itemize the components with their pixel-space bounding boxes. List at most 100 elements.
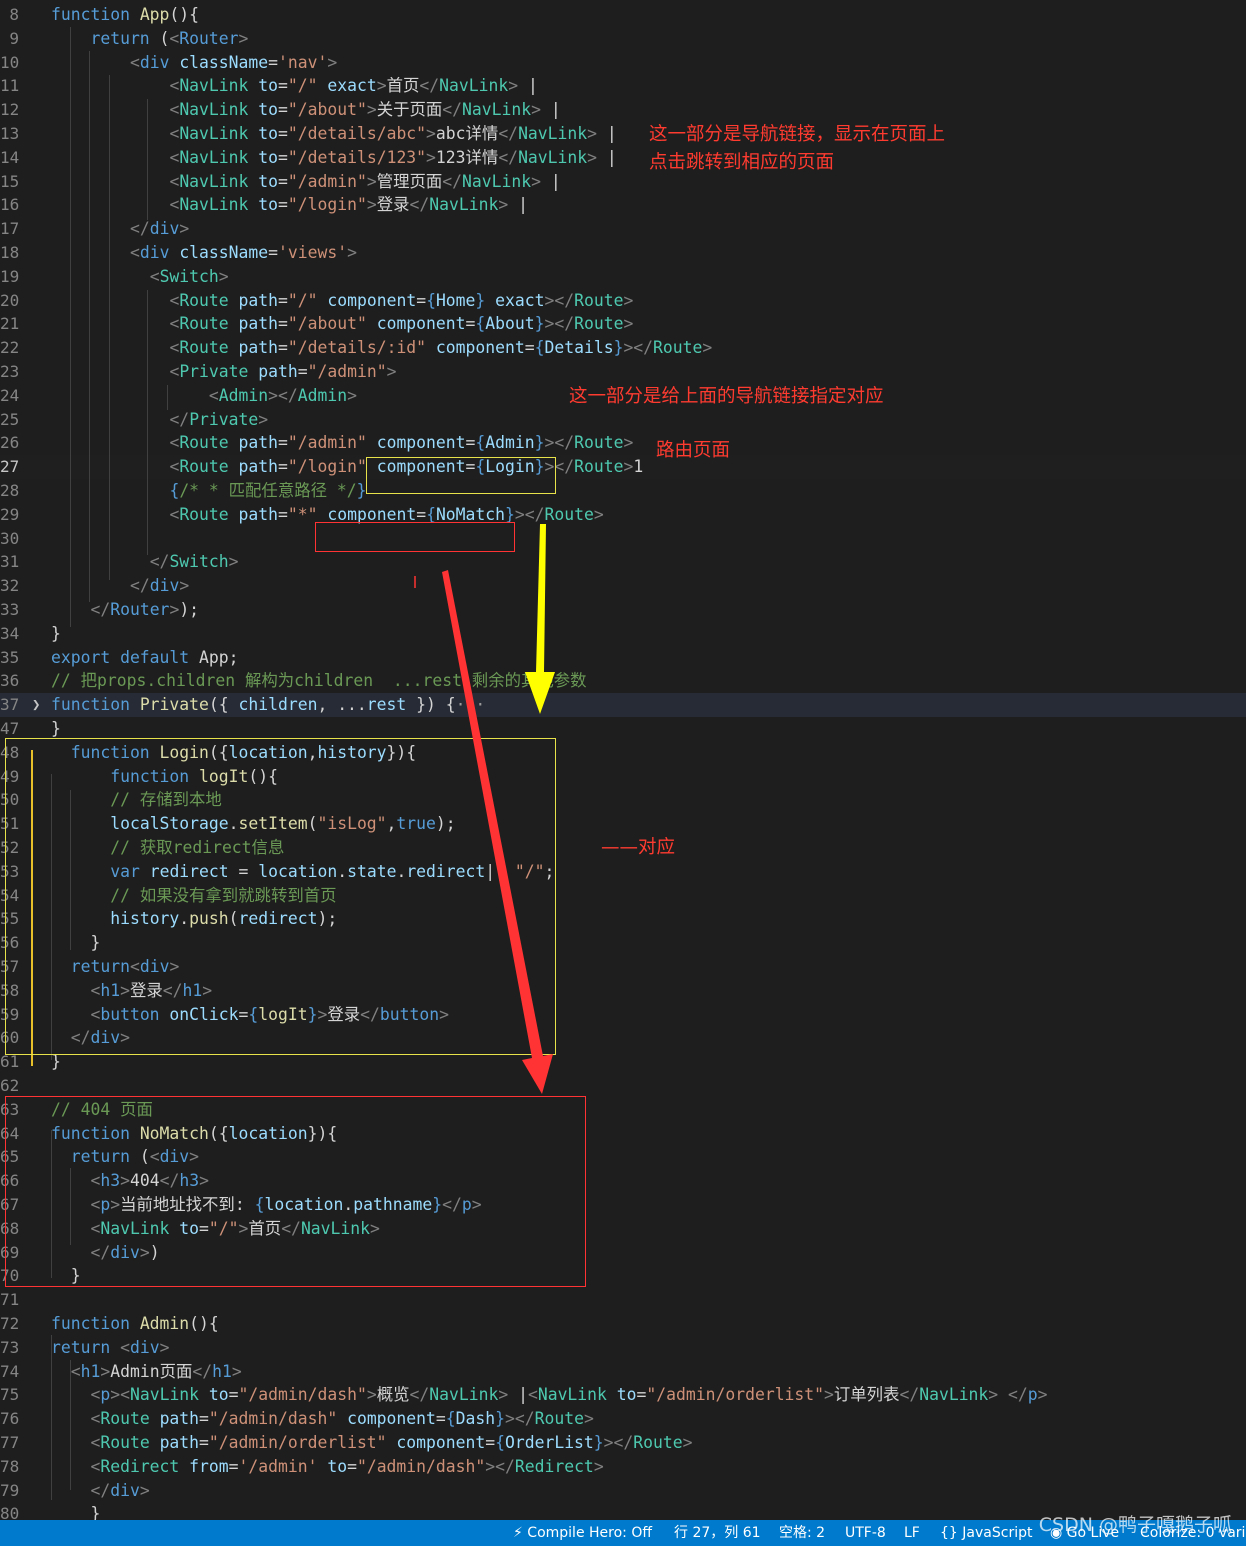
code-token: 登录	[376, 195, 410, 215]
code-line[interactable]: 36 // 把props.children 解构为children ...rest…	[0, 669, 1246, 693]
code-token: =	[524, 338, 535, 358]
line-number: 74	[0, 1361, 20, 1381]
cursor-position[interactable]: 行 27，列 61	[674, 1520, 761, 1546]
code-line[interactable]: 79 </div>	[0, 1479, 1246, 1503]
code-line[interactable]: 32 </div>	[0, 574, 1246, 598]
code-line[interactable]: 37 ❯ function Private({ children, ...rest …	[0, 693, 1246, 718]
code-line[interactable]: 17 </div>	[0, 217, 1246, 241]
code-line[interactable]: 27 <Route path="/login" component={Login}…	[0, 455, 1246, 480]
code-line[interactable]: 11 <NavLink to="/" exact>首页</NavLink> |	[0, 74, 1246, 98]
code-line[interactable]: 74 <h1>Admin页面</h1>	[0, 1360, 1246, 1384]
indentation[interactable]: 空格: 2	[779, 1520, 825, 1546]
code-token: "/login"	[287, 195, 367, 215]
code-line[interactable]: 34}	[0, 622, 1246, 646]
code-line[interactable]: 12 <NavLink to="/about">关于页面</NavLink> |	[0, 98, 1246, 122]
code-line[interactable]: 8 function App(){	[0, 3, 1246, 27]
code-line[interactable]: 62	[0, 1074, 1246, 1098]
code-text: <Route path="/details/:id" component={De…	[169, 336, 712, 360]
code-line[interactable]: 26 <Route path="/admin" component={Admin}…	[0, 431, 1246, 455]
code-line[interactable]: 15 <NavLink to="/admin">管理页面</NavLink> |	[0, 170, 1246, 194]
code-token: <	[169, 171, 180, 191]
code-token: =	[416, 504, 427, 524]
code-line[interactable]: 33 </Router>);	[0, 598, 1246, 622]
code-token: {	[475, 433, 486, 453]
code-token: >	[376, 76, 387, 96]
code-line[interactable]: 30	[0, 527, 1246, 551]
code-token: div	[149, 576, 180, 596]
code-line[interactable]: 73 return <div>	[0, 1336, 1246, 1360]
code-line[interactable]: 72 function Admin(){	[0, 1312, 1246, 1336]
code-line[interactable]: 23 <Private path="/admin">	[0, 360, 1246, 384]
code-line[interactable]: 78 <Redirect from='/admin' to="/admin/das…	[0, 1455, 1246, 1479]
code-line[interactable]: 14 <NavLink to="/details/123">123详情</NavL…	[0, 146, 1246, 170]
code-token: > </	[988, 1385, 1028, 1405]
code-token: NavLink	[919, 1385, 989, 1405]
code-token: , ...	[317, 695, 367, 715]
line-number: 20	[0, 290, 20, 310]
indent-guide	[51, 1335, 52, 1500]
code-token: >	[583, 1409, 594, 1429]
code-text: function App(){	[51, 3, 199, 27]
code-line[interactable]: 29 <Route path="*" component={NoMatch}></…	[0, 503, 1246, 527]
code-line[interactable]: 10 <div className='nav'>	[0, 51, 1246, 75]
line-number: 16	[0, 195, 20, 215]
line-number: 26	[0, 433, 20, 453]
compile-hero-status[interactable]: ⚡ Compile Hero: Off	[513, 1520, 652, 1546]
code-line[interactable]: 21 <Route path="/about" component={About}…	[0, 312, 1246, 336]
code-line[interactable]: 76 <Route path="/admin/dash" component={D…	[0, 1407, 1246, 1431]
fold-chevron-icon[interactable]: ❯	[32, 693, 40, 717]
code-token: 'views'	[278, 243, 348, 262]
code-line[interactable]: 22 <Route path="/details/:id" component={…	[0, 336, 1246, 360]
code-line[interactable]: 16 <NavLink to="/login">登录</NavLink> |	[0, 193, 1246, 217]
code-token: >	[702, 338, 713, 358]
code-token: }	[90, 1504, 101, 1520]
code-line[interactable]: 35 export default App;	[0, 646, 1246, 670]
code-token: <	[169, 28, 180, 48]
code-line[interactable]: 13 <NavLink to="/details/abc">abc详情</NavL…	[0, 122, 1246, 146]
line-number: 21	[0, 314, 20, 334]
code-line[interactable]: 9 return (<Router>	[0, 27, 1246, 51]
code-line[interactable]: 77 <Route path="/admin/orderlist" compone…	[0, 1431, 1246, 1455]
nomatch-component-highlight-box	[315, 522, 515, 552]
language-mode[interactable]: {} JavaScript	[940, 1520, 1032, 1546]
line-number: 79	[0, 1480, 20, 1500]
end-of-line[interactable]: LF	[904, 1520, 920, 1546]
code-line[interactable]: 19 <Switch>	[0, 265, 1246, 289]
code-token: component	[396, 1433, 486, 1452]
code-token: =	[278, 100, 288, 120]
code-line[interactable]: 75 <p><NavLink to="/admin/dash">概览</NavLi…	[0, 1383, 1246, 1407]
code-token: }	[51, 1052, 61, 1072]
code-text: {/* * 匹配任意路径 */}	[169, 479, 366, 503]
code-line[interactable]: 28 {/* * 匹配任意路径 */}	[0, 479, 1246, 503]
code-token: Route	[574, 457, 624, 477]
code-token: /* * 匹配任意路径 */	[179, 481, 357, 500]
code-token: path	[238, 433, 279, 453]
code-token: function	[51, 695, 140, 715]
code-token: return	[51, 1337, 121, 1357]
code-token: |	[597, 147, 617, 167]
code-text: return <div>	[51, 1336, 169, 1360]
code-token: path	[159, 1409, 200, 1429]
code-token: Admin	[218, 385, 269, 405]
code-line[interactable]: 71	[0, 1288, 1246, 1312]
code-token: App;	[199, 647, 239, 667]
line-number: 72	[0, 1314, 20, 1333]
code-line[interactable]: 31 </Switch>	[0, 550, 1246, 574]
code-token: App	[139, 5, 170, 24]
code-line[interactable]: 20 <Route path="/" component={Home} exact…	[0, 289, 1246, 313]
code-token: >	[159, 1337, 170, 1357]
encoding[interactable]: UTF-8	[845, 1520, 886, 1546]
indent-guide	[70, 1360, 71, 1490]
code-line[interactable]: 25 </Private>	[0, 408, 1246, 432]
code-token: to	[258, 124, 279, 143]
code-token: NavLink	[129, 1385, 209, 1405]
code-token: =	[278, 76, 288, 96]
line-number: 30	[0, 528, 20, 548]
code-token: NavLink	[518, 147, 588, 167]
line-number: 76	[0, 1409, 20, 1429]
code-token: "/"	[287, 290, 328, 310]
code-token: Private	[189, 409, 259, 429]
code-token: ({	[208, 695, 239, 715]
code-token: =	[278, 314, 288, 334]
code-line[interactable]: 18 <div className='views'>	[0, 241, 1246, 265]
